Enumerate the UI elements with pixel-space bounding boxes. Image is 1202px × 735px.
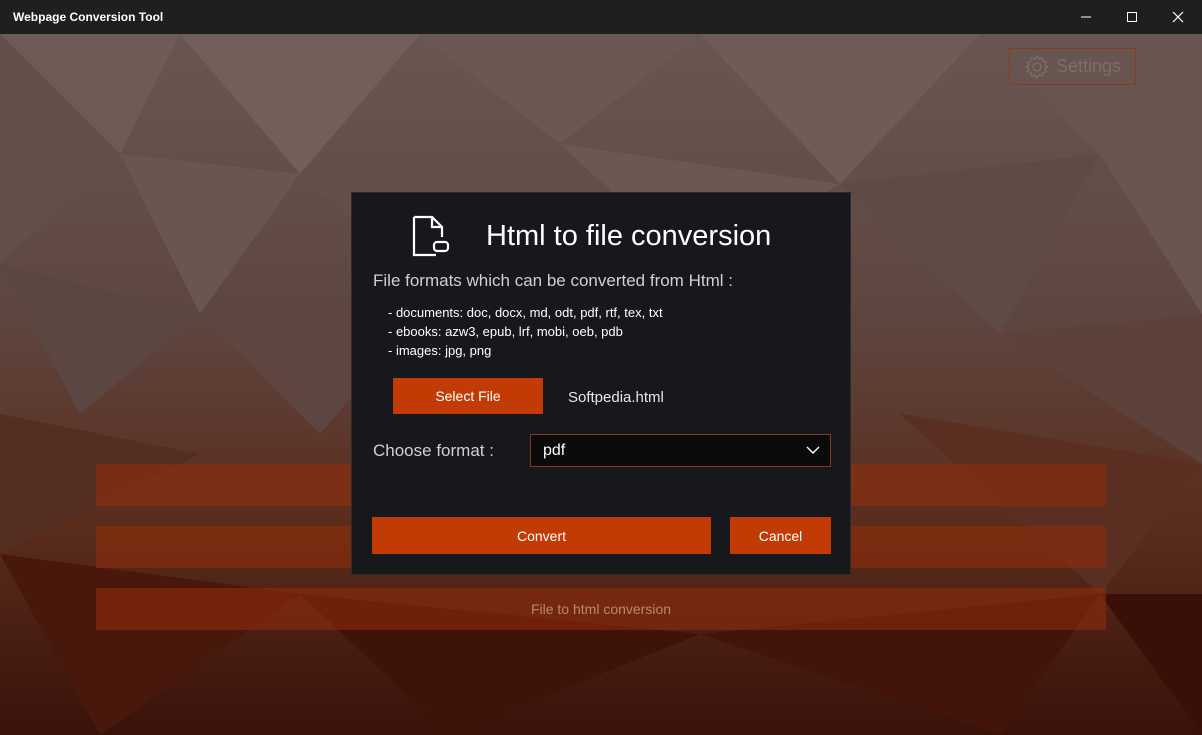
select-file-button[interactable]: Select File xyxy=(393,378,543,414)
close-button[interactable] xyxy=(1155,0,1201,34)
minimize-icon xyxy=(1081,16,1091,18)
formats-documents: - documents: doc, docx, md, odt, pdf, rt… xyxy=(388,305,663,320)
dialog-title: Html to file conversion xyxy=(486,219,772,252)
window-title: Webpage Conversion Tool xyxy=(13,10,164,24)
formats-label: File formats which can be converted from… xyxy=(373,271,733,290)
cancel-button[interactable]: Cancel xyxy=(730,517,831,554)
menu-option-file-to-html[interactable]: File to html conversion xyxy=(96,588,1106,630)
formats-ebooks: - ebooks: azw3, epub, lrf, mobi, oeb, pd… xyxy=(388,324,623,339)
choose-format-label: Choose format : xyxy=(373,441,494,460)
formats-images: - images: jpg, png xyxy=(388,343,492,358)
convert-button[interactable]: Convert xyxy=(372,517,711,554)
dialog-header: Html to file conversion xyxy=(410,215,771,257)
settings-label: Settings xyxy=(1055,56,1122,76)
selected-file-name: Softpedia.html xyxy=(568,389,664,406)
formats-list: - documents: doc, docx, md, odt, pdf, rt… xyxy=(388,303,663,360)
document-icon xyxy=(412,215,450,257)
minimize-button[interactable] xyxy=(1063,0,1109,34)
maximize-icon xyxy=(1127,12,1137,22)
gear-icon xyxy=(1024,54,1050,79)
maximize-button[interactable] xyxy=(1109,0,1155,34)
close-icon xyxy=(1172,11,1184,23)
settings-button[interactable]: Settings xyxy=(1009,48,1136,85)
format-dropdown[interactable]: pdf xyxy=(530,434,831,467)
format-dropdown-value: pdf xyxy=(543,441,566,459)
conversion-dialog: Html to file conversion File formats whi… xyxy=(351,192,851,575)
menu-option-file-to-html-label: File to html conversion xyxy=(530,601,672,617)
chevron-down-icon xyxy=(806,446,820,454)
title-bar: Webpage Conversion Tool xyxy=(0,0,1202,34)
